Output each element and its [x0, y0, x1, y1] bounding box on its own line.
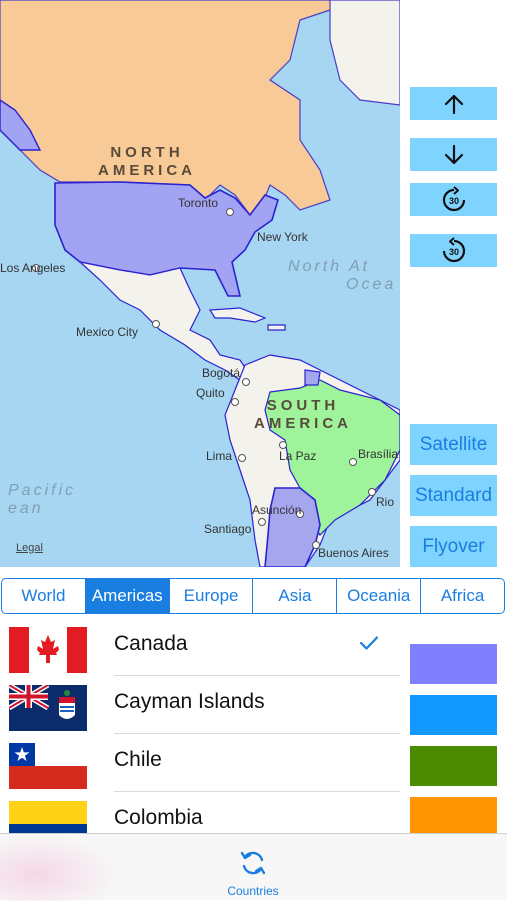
color-swatch-canada[interactable] [410, 644, 497, 684]
city-brasilia: Brasília [358, 447, 399, 461]
color-swatch-colombia[interactable] [410, 797, 497, 833]
segment-europe[interactable]: Europe [168, 579, 253, 613]
svg-text:30: 30 [448, 196, 458, 206]
rotate-forward-icon: 30 [442, 185, 465, 211]
country-name: Chile [114, 748, 162, 771]
city-rio: Rio [376, 495, 395, 509]
city-asuncion: Asunción [252, 503, 302, 517]
segment-world[interactable]: World [2, 579, 85, 613]
colombia-flag-icon [9, 801, 87, 833]
north-america-label: NORTH AMERICA [98, 144, 196, 179]
city-los-angeles: Los Angeles [0, 261, 66, 275]
city-quito: Quito [196, 386, 225, 400]
segment-africa[interactable]: Africa [420, 579, 504, 613]
city-toronto: Toronto [178, 196, 219, 210]
list-item-canada[interactable]: Canada [0, 618, 400, 676]
legal-link[interactable]: Legal [16, 542, 43, 554]
segment-americas[interactable]: Americas [84, 579, 169, 613]
region-segmented-control: World Americas Europe Asia Oceania Afric… [1, 578, 505, 614]
country-name: Colombia [114, 806, 203, 829]
segment-asia[interactable]: Asia [252, 579, 336, 613]
checkmark-icon [360, 636, 378, 650]
tab-bar: Countries [0, 833, 507, 901]
chile-flag-icon [9, 743, 87, 789]
standard-button[interactable]: Standard [410, 475, 497, 516]
cayman-islands-flag-icon [9, 685, 87, 731]
city-new-york: New York [257, 230, 308, 244]
move-up-button[interactable] [410, 87, 497, 120]
pacific-label: Pacific ean [8, 482, 77, 517]
rotate-back-button[interactable]: 30 [410, 234, 497, 267]
list-item-cayman-islands[interactable]: Cayman Islands [0, 676, 400, 734]
list-item-chile[interactable]: Chile [0, 734, 400, 792]
move-down-button[interactable] [410, 138, 497, 171]
city-la-paz: La Paz [279, 449, 317, 463]
tab-bar-glow [0, 834, 120, 901]
svg-text:30: 30 [448, 247, 458, 257]
flyover-button[interactable]: Flyover [410, 526, 497, 567]
city-buenos-aires: Buenos Aires [318, 546, 389, 560]
tab-countries[interactable]: Countries [203, 842, 303, 898]
rotate-forward-button[interactable]: 30 [410, 183, 497, 216]
city-lima: Lima [206, 449, 233, 463]
arrow-down-icon [444, 144, 463, 164]
rotate-back-icon: 30 [442, 236, 465, 262]
refresh-icon [240, 851, 266, 875]
country-name: Cayman Islands [114, 690, 265, 713]
list-item-colombia[interactable]: Colombia [0, 792, 400, 833]
city-mexico-city: Mexico City [76, 325, 139, 339]
arrow-up-icon [444, 94, 463, 114]
color-swatch-cayman-islands[interactable] [410, 695, 497, 735]
color-swatch-chile[interactable] [410, 746, 497, 786]
south-america-label: SOUTH AMERICA [254, 397, 352, 432]
tab-countries-label: Countries [227, 884, 279, 898]
country-list: Canada Cayman Islands Chile Colombia [0, 618, 400, 833]
city-santiago: Santiago [204, 522, 252, 536]
segment-oceania[interactable]: Oceania [336, 579, 420, 613]
satellite-button[interactable]: Satellite [410, 424, 497, 465]
map-view[interactable]: NORTH AMERICA SOUTH AMERICA North At Oce… [0, 0, 400, 567]
country-name: Canada [114, 632, 188, 655]
canada-flag-icon [9, 627, 87, 673]
city-bogota: Bogotá [202, 366, 241, 380]
north-atlantic-label: North At Ocea [288, 258, 397, 293]
